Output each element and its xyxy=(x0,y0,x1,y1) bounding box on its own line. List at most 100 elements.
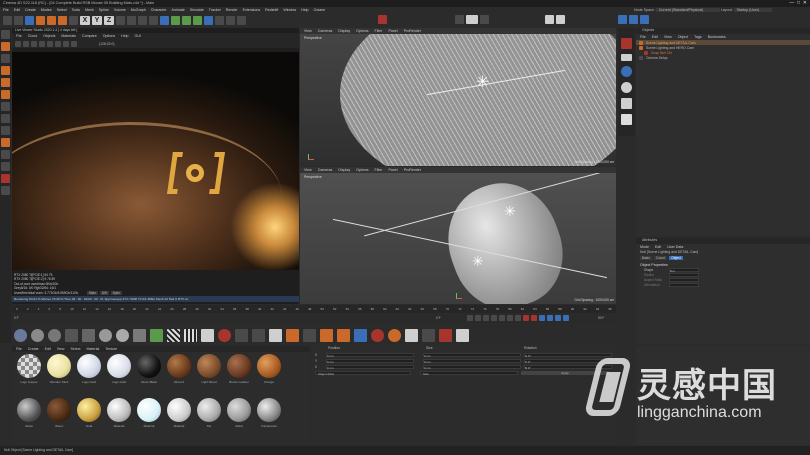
obj-menu-object[interactable]: Object xyxy=(678,35,688,39)
menu-spline[interactable]: Spline xyxy=(99,8,109,12)
render-region-icon[interactable] xyxy=(127,16,136,25)
size-y-field[interactable]: 0 cm xyxy=(423,359,521,364)
menu-modes[interactable]: Modes xyxy=(41,8,52,12)
menu-help[interactable]: Help xyxy=(301,8,308,12)
number-2-icon[interactable] xyxy=(218,328,231,342)
menu-render[interactable]: Render xyxy=(226,8,238,12)
lv-menu-compare[interactable]: Compare xyxy=(82,34,97,38)
rs-material-icon[interactable] xyxy=(14,328,27,342)
recent-tools-icon[interactable] xyxy=(69,16,78,25)
pen-icon[interactable] xyxy=(171,16,180,25)
panel-left-icon[interactable] xyxy=(455,15,464,24)
rs-box-icon[interactable] xyxy=(439,328,452,342)
rs-sphere-icon[interactable] xyxy=(116,328,129,342)
material-swatch[interactable]: Glass xyxy=(14,398,44,442)
scale-icon[interactable] xyxy=(47,16,56,25)
redshift-sun-icon[interactable] xyxy=(621,98,632,109)
tab-object[interactable]: Object xyxy=(669,256,683,260)
aspect-field[interactable] xyxy=(669,277,699,282)
shape-select[interactable]: Dot xyxy=(669,267,699,273)
lock-icon[interactable] xyxy=(1,150,10,159)
mat-menu-view[interactable]: View xyxy=(57,347,65,351)
obj-menu-file[interactable]: File xyxy=(640,35,646,39)
coord-mode-select[interactable]: Object (Rel) xyxy=(315,371,411,376)
texture-icon[interactable] xyxy=(286,328,299,342)
vp1-menu-cameras[interactable]: Cameras xyxy=(318,29,333,33)
camera-icon[interactable] xyxy=(226,16,235,25)
z-axis-icon[interactable]: Z xyxy=(104,16,114,25)
vp2-menu-view[interactable]: View xyxy=(304,168,312,172)
pos-z-field[interactable]: 0 cm xyxy=(326,365,414,370)
radius-field[interactable] xyxy=(669,272,699,277)
material-swatch[interactable]: Tile xyxy=(194,398,224,442)
move-icon[interactable] xyxy=(36,16,45,25)
redshift-ipr-icon[interactable] xyxy=(621,54,632,61)
vp2-menu-panel[interactable]: Panel xyxy=(389,168,398,172)
polygon-mode-icon[interactable] xyxy=(1,90,10,99)
obj-menu-edit[interactable]: Edit xyxy=(652,35,658,39)
vp2-menu-prorender[interactable]: ProRender xyxy=(404,168,421,172)
redshift-light-icon[interactable] xyxy=(621,82,632,93)
node-space-select[interactable]: Current (Standard/Physical) xyxy=(655,8,720,12)
scale-key-icon[interactable] xyxy=(555,315,561,321)
floor-icon[interactable] xyxy=(215,16,224,25)
rs-car-icon[interactable] xyxy=(133,328,146,342)
tab-spec[interactable]: Spec xyxy=(110,291,122,295)
menu-edit[interactable]: Edit xyxy=(14,8,20,12)
next-key-icon[interactable] xyxy=(507,315,513,321)
layout-select[interactable]: Startup (User) xyxy=(733,8,772,12)
tab-basic[interactable]: Basic xyxy=(640,256,652,260)
pause-icon[interactable] xyxy=(23,40,29,47)
menu-redshift[interactable]: Redshift xyxy=(265,8,278,12)
attr-menu-edit[interactable]: Edit xyxy=(655,245,661,249)
record-key-icon[interactable] xyxy=(523,315,529,321)
grid-icon[interactable] xyxy=(252,328,265,342)
play-icon[interactable] xyxy=(491,315,497,321)
coordinate-system-icon[interactable] xyxy=(116,16,125,25)
menu-mesh[interactable]: Mesh xyxy=(85,8,94,12)
lv-menu-objects[interactable]: Objects xyxy=(43,34,55,38)
python-icon[interactable] xyxy=(1,186,10,195)
texture-icon[interactable] xyxy=(303,328,316,342)
lv-menu-materials[interactable]: Materials xyxy=(61,34,76,38)
solo-icon[interactable] xyxy=(1,174,10,183)
axis-mode-icon[interactable] xyxy=(1,102,10,111)
mat-menu-create[interactable]: Create xyxy=(28,347,39,351)
zoom-readout[interactable]: (128:32:0) xyxy=(99,42,114,46)
material-swatch[interactable]: Material xyxy=(104,398,134,442)
render-image[interactable] xyxy=(12,52,299,270)
stop-icon[interactable] xyxy=(31,40,37,47)
3d-icon[interactable] xyxy=(422,328,435,342)
render-icon[interactable] xyxy=(556,15,565,24)
document-icon[interactable] xyxy=(269,328,282,342)
y-axis-icon[interactable]: Y xyxy=(92,16,102,25)
material-swatch[interactable]: Light Wood xyxy=(194,354,224,398)
menu-window[interactable]: Window xyxy=(283,8,296,12)
window-controls[interactable]: — □ ✕ xyxy=(789,0,807,6)
attr-menu-mode[interactable]: Mode xyxy=(640,245,649,249)
menu-mograph[interactable]: MoGraph xyxy=(131,8,146,12)
shuffle-icon[interactable] xyxy=(201,328,214,342)
vp2-menu-filter[interactable]: Filter xyxy=(375,168,383,172)
pos-x-field[interactable]: 0 cm xyxy=(326,353,414,358)
attr-menu-userdata[interactable]: User Data xyxy=(667,245,683,249)
mat-menu-file[interactable]: File xyxy=(16,347,22,351)
mat-menu-texture[interactable]: Texture xyxy=(105,347,117,351)
vp1-menu-options[interactable]: Options xyxy=(356,29,368,33)
redshift-material-icon[interactable] xyxy=(621,66,632,77)
subdivision-icon[interactable] xyxy=(182,16,191,25)
vp1-menu-view[interactable]: View xyxy=(304,29,312,33)
grid-icon[interactable] xyxy=(1,162,10,171)
prev-key-icon[interactable] xyxy=(475,315,481,321)
deformer-icon[interactable] xyxy=(204,16,213,25)
tab-diff[interactable]: Diff xyxy=(99,291,109,295)
material-swatch[interactable]: Gloss Black xyxy=(134,354,164,398)
obj-menu-view[interactable]: View xyxy=(664,35,672,39)
material-swatch[interactable]: Logo Gold xyxy=(74,354,104,398)
position-key-icon[interactable] xyxy=(547,315,553,321)
current-frame-field[interactable]: 0 F xyxy=(436,316,441,320)
viewport-top-canvas[interactable]: ✳ Perspective Grid Spacing : 1000,000 cm xyxy=(300,34,616,166)
redo-icon[interactable] xyxy=(14,16,23,25)
rs-material-icon[interactable] xyxy=(31,328,44,342)
redshift-render-icon[interactable] xyxy=(621,38,632,49)
